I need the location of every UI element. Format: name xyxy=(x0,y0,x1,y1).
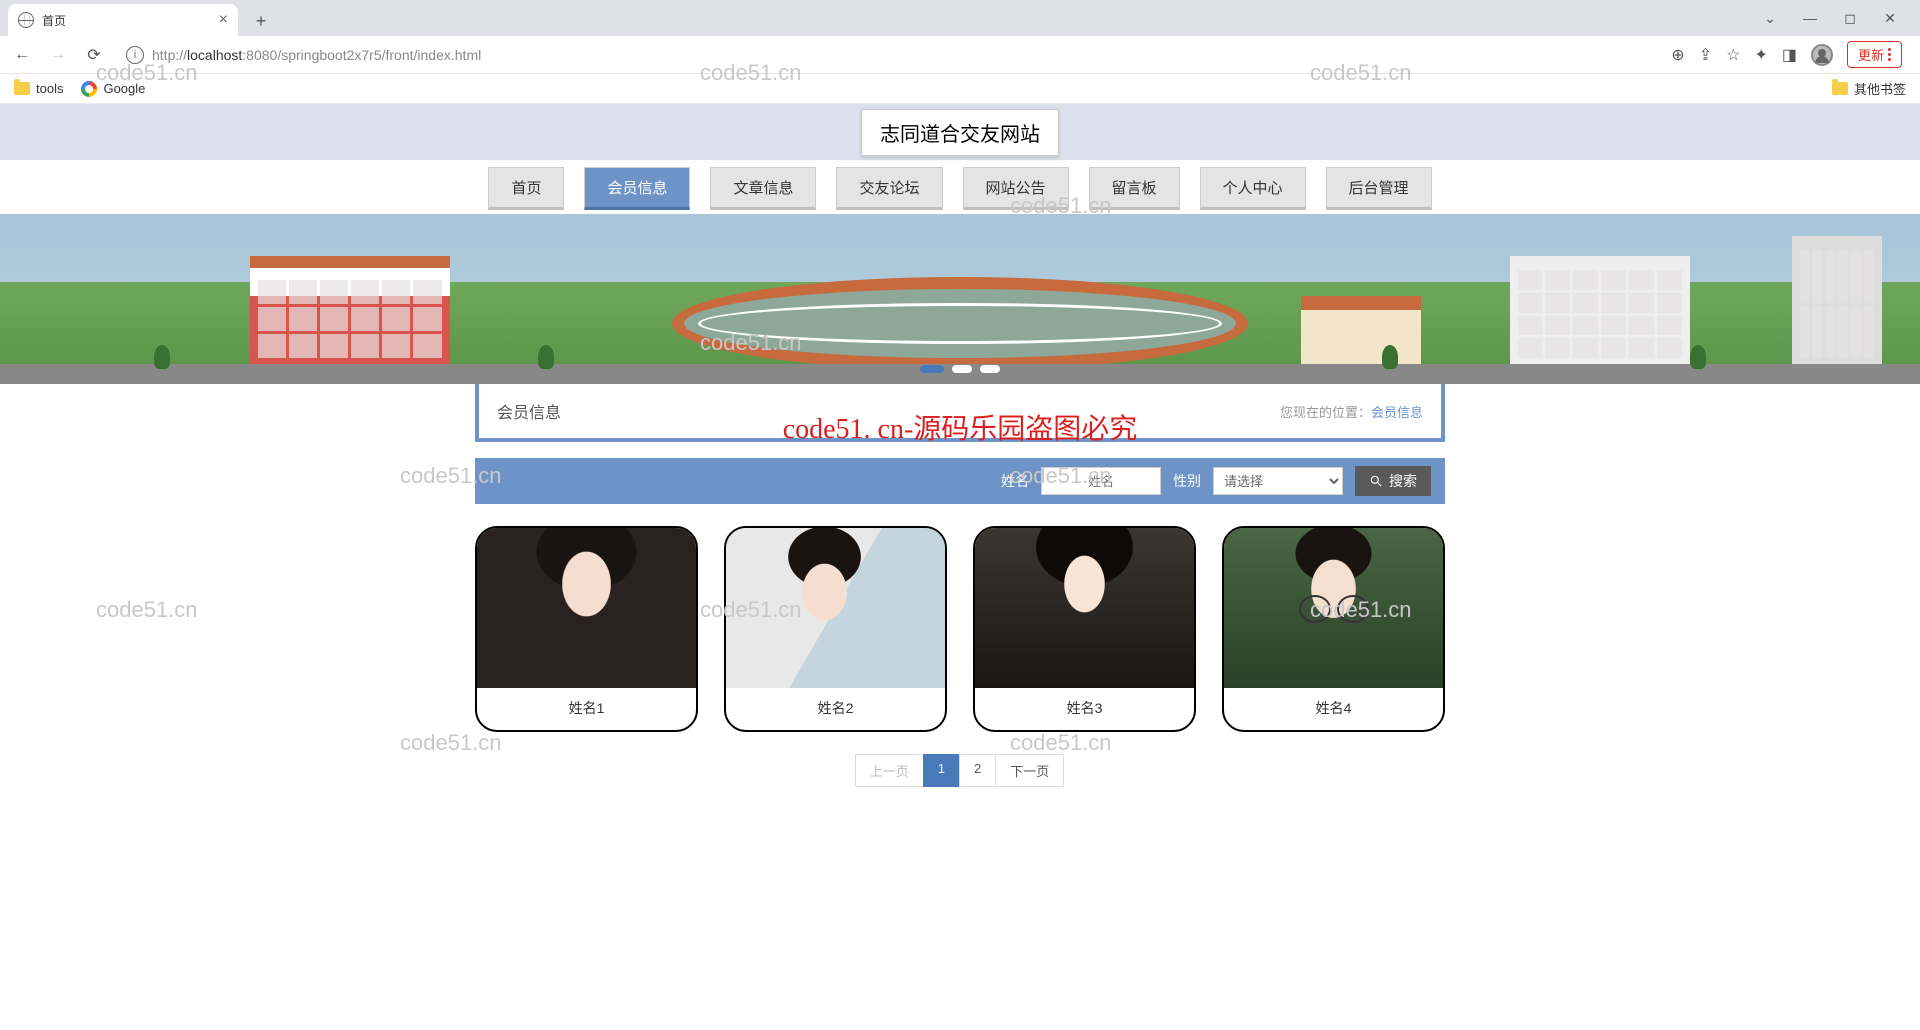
name-label: 姓名 xyxy=(1001,471,1029,491)
member-name: 姓名4 xyxy=(1224,688,1443,730)
search-icon xyxy=(1369,474,1383,488)
member-card[interactable]: 姓名1 xyxy=(475,526,698,732)
member-card[interactable]: 姓名3 xyxy=(973,526,1196,732)
url-host: localhost xyxy=(187,47,242,63)
nav-notice[interactable]: 网站公告 xyxy=(963,167,1069,210)
site-info-icon[interactable]: i xyxy=(126,46,144,64)
member-avatar xyxy=(1224,528,1443,688)
watermark-red: code51. cn-源码乐园盗图必究 xyxy=(783,407,1138,447)
tab-close-button[interactable]: × xyxy=(219,11,228,29)
update-button[interactable]: 更新 xyxy=(1847,41,1902,68)
name-input[interactable] xyxy=(1041,467,1161,495)
forward-button[interactable]: → xyxy=(46,43,70,67)
chevron-down-icon[interactable]: ⌄ xyxy=(1754,10,1786,27)
member-avatar xyxy=(477,528,696,688)
bookmark-tools[interactable]: tools xyxy=(14,81,63,96)
nav-articles[interactable]: 文章信息 xyxy=(710,167,816,210)
close-window-button[interactable]: ✕ xyxy=(1874,10,1906,27)
browser-address-bar: ← → ⟳ i http://localhost:8080/springboot… xyxy=(0,36,1920,74)
bookmark-other[interactable]: 其他书签 xyxy=(1832,79,1906,98)
page-1[interactable]: 1 xyxy=(923,754,960,787)
bookmarks-bar: tools Google 其他书签 xyxy=(0,74,1920,104)
share-icon[interactable]: ⇪ xyxy=(1699,45,1712,65)
watermark: code51.cn xyxy=(96,597,198,623)
nav-admin[interactable]: 后台管理 xyxy=(1326,167,1432,210)
url-input[interactable]: i http://localhost:8080/springboot2x7r5/… xyxy=(118,46,1659,64)
member-card[interactable]: 姓名4 xyxy=(1222,526,1445,732)
url-path: :8080/springboot2x7r5/front/index.html xyxy=(242,47,481,63)
url-scheme: http:// xyxy=(152,47,187,63)
minimize-button[interactable]: — xyxy=(1794,10,1826,26)
nav-members[interactable]: 会员信息 xyxy=(584,167,690,210)
nav-home[interactable]: 首页 xyxy=(488,167,564,210)
browser-tab-bar: 首页 × + ⌄ — ◻ ✕ xyxy=(0,0,1920,36)
side-panel-icon[interactable]: ◨ xyxy=(1782,45,1797,65)
pagination: 上一页 1 2 下一页 xyxy=(475,754,1445,787)
new-tab-button[interactable]: + xyxy=(246,6,276,36)
maximize-button[interactable]: ◻ xyxy=(1834,10,1866,27)
banner-carousel[interactable] xyxy=(0,214,1920,384)
page-next[interactable]: 下一页 xyxy=(995,754,1064,787)
globe-icon xyxy=(18,12,34,28)
breadcrumb-prefix: 您现在的位置： xyxy=(1280,405,1371,420)
search-button[interactable]: 搜索 xyxy=(1355,466,1431,496)
nav-guestbook[interactable]: 留言板 xyxy=(1089,167,1180,210)
gender-select[interactable]: 请选择 xyxy=(1213,467,1343,495)
banner-image xyxy=(0,214,1920,384)
page-title: 会员信息 xyxy=(497,399,561,423)
member-grid: 姓名1 姓名2 姓名3 姓名4 xyxy=(475,526,1445,732)
profile-avatar-icon[interactable] xyxy=(1811,44,1833,66)
reload-button[interactable]: ⟳ xyxy=(82,43,106,67)
nav-personal[interactable]: 个人中心 xyxy=(1200,167,1306,210)
bookmark-google[interactable]: Google xyxy=(81,81,145,97)
google-icon xyxy=(81,81,97,97)
folder-icon xyxy=(14,82,30,95)
extensions-icon[interactable]: ✦ xyxy=(1754,45,1767,65)
back-button[interactable]: ← xyxy=(10,43,34,67)
nav-forum[interactable]: 交友论坛 xyxy=(836,167,942,210)
tab-title: 首页 xyxy=(42,12,66,29)
member-avatar xyxy=(726,528,945,688)
member-avatar xyxy=(975,528,1194,688)
star-icon[interactable]: ☆ xyxy=(1726,45,1740,65)
folder-icon xyxy=(1832,82,1848,95)
breadcrumb-link[interactable]: 会员信息 xyxy=(1371,405,1423,420)
member-card[interactable]: 姓名2 xyxy=(724,526,947,732)
main-nav: 首页 会员信息 文章信息 交友论坛 网站公告 留言板 个人中心 后台管理 xyxy=(0,160,1920,214)
page-prev[interactable]: 上一页 xyxy=(855,754,924,787)
gender-label: 性别 xyxy=(1173,471,1201,491)
member-name: 姓名2 xyxy=(726,688,945,730)
member-name: 姓名1 xyxy=(477,688,696,730)
zoom-icon[interactable]: ⊕ xyxy=(1671,45,1684,65)
site-title: 志同道合交友网站 xyxy=(861,109,1059,156)
browser-tab[interactable]: 首页 × xyxy=(8,4,238,36)
member-name: 姓名3 xyxy=(975,688,1194,730)
search-bar: 姓名 性别 请选择 搜索 xyxy=(475,458,1445,504)
page-2[interactable]: 2 xyxy=(959,754,996,787)
carousel-pager[interactable] xyxy=(919,364,1001,374)
site-header: 志同道合交友网站 xyxy=(0,104,1920,160)
